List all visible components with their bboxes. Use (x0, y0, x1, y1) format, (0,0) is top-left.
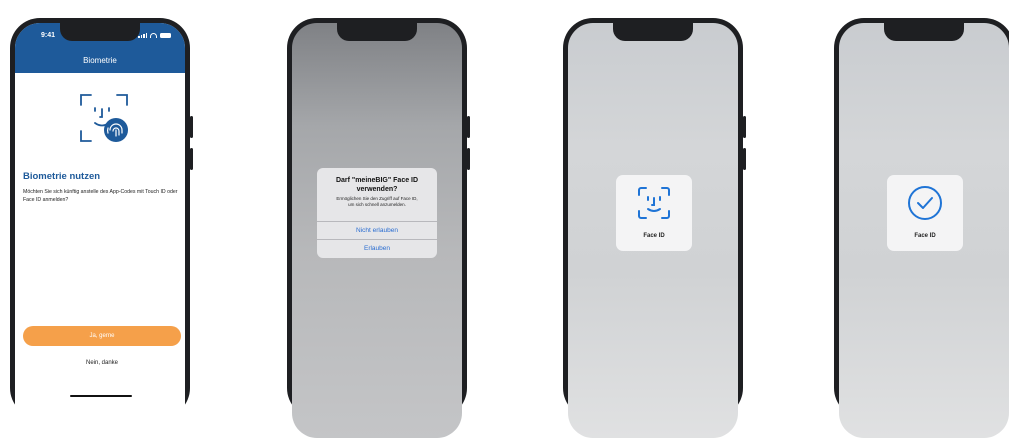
screen: Darf "meineBIG" Face ID verwenden? Ermög… (292, 23, 462, 438)
side-button (743, 148, 746, 170)
face-fingerprint-icon (80, 94, 128, 142)
phone-biometrics-screen: 9:41 Biometrie Biometrie nutzen Möchten … (10, 18, 193, 438)
face-id-hud: Face ID (887, 175, 963, 251)
notch (884, 23, 964, 41)
alert-message: Ermöglichen Sie den Zugriff auf Face ID,… (336, 196, 418, 207)
home-indicator (70, 395, 132, 397)
side-button (743, 116, 746, 138)
heading: Biometrie nutzen (23, 171, 101, 182)
face-id-icon (638, 187, 670, 219)
screen: 9:41 Biometrie Biometrie nutzen Möchten … (15, 23, 185, 438)
notch (60, 23, 140, 41)
screen: Face ID (839, 23, 1009, 438)
battery-icon (160, 33, 171, 38)
no-button[interactable]: Nein, danke (23, 360, 181, 366)
notch (613, 23, 693, 41)
description-text: Möchten Sie sich künftig anstelle des Ap… (23, 189, 178, 203)
hud-label: Face ID (914, 233, 936, 239)
status-time: 9:41 (41, 32, 56, 39)
screen: Face ID (568, 23, 738, 438)
side-button (190, 116, 193, 138)
face-id-hud: Face ID (616, 175, 692, 251)
wifi-icon (150, 33, 157, 38)
page-title: Biometrie (83, 56, 117, 65)
alert-title: Darf "meineBIG" Face ID verwenden? (335, 177, 419, 193)
side-button (467, 116, 470, 138)
hud-label: Face ID (643, 233, 665, 239)
yes-button[interactable]: Ja, gerne (23, 326, 181, 346)
deny-button[interactable]: Nicht erlauben (317, 221, 437, 240)
allow-button[interactable]: Erlauben (317, 239, 437, 258)
checkmark-circle-icon (908, 186, 942, 220)
notch (337, 23, 417, 41)
phone-face-id-success: Face ID (834, 18, 1009, 438)
phone-permission-alert: Darf "meineBIG" Face ID verwenden? Ermög… (287, 18, 470, 438)
permission-alert: Darf "meineBIG" Face ID verwenden? Ermög… (317, 168, 437, 258)
status-icons (138, 33, 171, 38)
phone-face-id-scanning: Face ID (563, 18, 746, 438)
signal-icon (138, 33, 147, 38)
side-button (190, 148, 193, 170)
side-button (467, 148, 470, 170)
